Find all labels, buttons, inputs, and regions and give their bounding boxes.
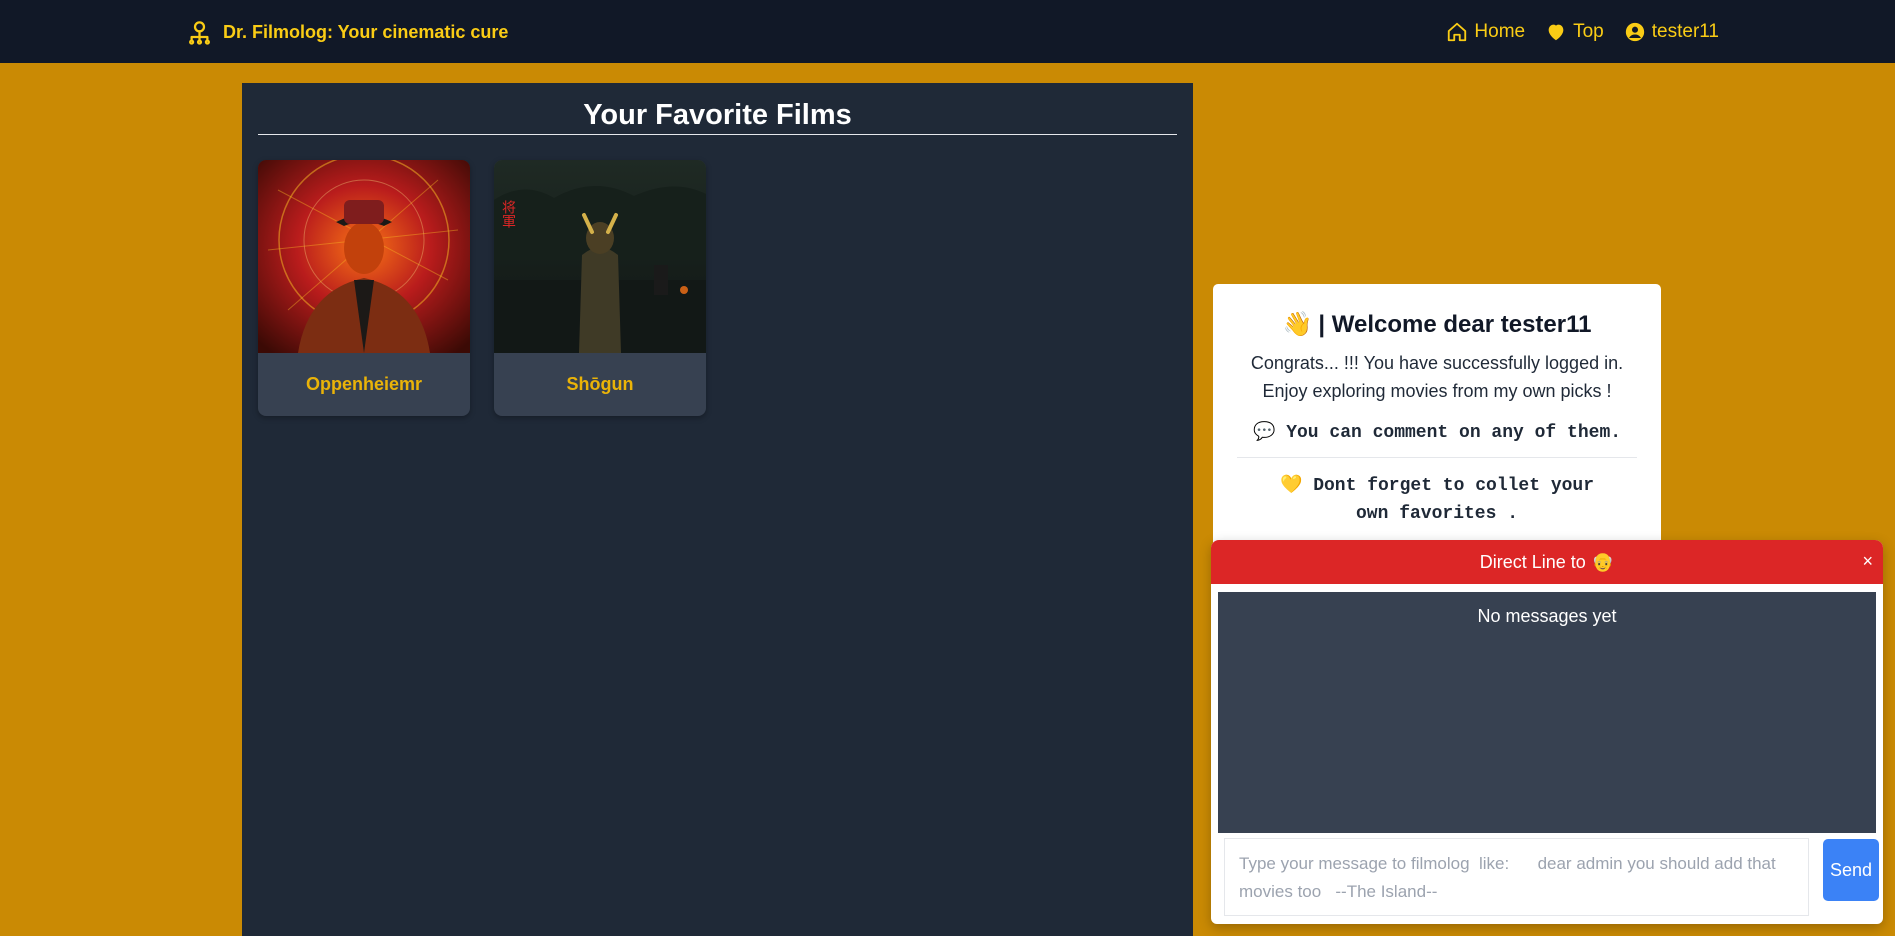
favorites-panel: Your Favorite Films Oppenheiemr 将軍 Shōgu… bbox=[242, 83, 1193, 936]
comment-tip-text: You can comment on any of them. bbox=[1286, 423, 1622, 443]
chat-empty-text: No messages yet bbox=[1477, 606, 1617, 626]
nav-top-link[interactable]: Top bbox=[1545, 21, 1604, 43]
welcome-line-1: Congrats... !!! You have successfully lo… bbox=[1250, 353, 1624, 373]
chat-messages: No messages yet bbox=[1218, 592, 1876, 833]
favorites-tip-text: Dont forget to collet your own favorites… bbox=[1313, 476, 1595, 524]
film-title-shogun: Shōgun bbox=[566, 374, 634, 394]
user-network-icon bbox=[189, 20, 210, 45]
nav-home-label: Home bbox=[1474, 21, 1526, 42]
favorites-tip: 💛 Dont forget to collet your own favorit… bbox=[1213, 472, 1661, 528]
chat-widget: Direct Line to 👴 × No messages yet Send bbox=[1211, 540, 1883, 924]
film-poster-oppenheimer bbox=[258, 160, 470, 353]
nav-home-link[interactable]: Home bbox=[1446, 21, 1525, 43]
chat-header: Direct Line to 👴 × bbox=[1211, 540, 1883, 584]
chat-header-title: Direct Line to bbox=[1479, 551, 1586, 572]
film-title-oppenheimer: Oppenheiemr bbox=[305, 374, 423, 394]
welcome-title: | Welcome dear tester11 bbox=[1318, 310, 1592, 338]
yellow-heart-icon: 💛 bbox=[1279, 476, 1303, 496]
close-icon[interactable]: × bbox=[1862, 551, 1873, 572]
chat-message-input[interactable] bbox=[1224, 838, 1809, 916]
nav-top-label: Top bbox=[1573, 21, 1604, 42]
welcome-line-2: Enjoy exploring movies from my own picks… bbox=[1262, 381, 1612, 401]
old-man-avatar-icon: 👴 bbox=[1591, 551, 1615, 572]
welcome-heading: 👋 | Welcome dear tester11 bbox=[1213, 310, 1661, 339]
chat-input-row: Send bbox=[1218, 835, 1879, 921]
film-poster-shogun: 将軍 bbox=[494, 160, 706, 353]
brand-title: Dr. Filmolog: Your cinematic cure bbox=[223, 21, 509, 42]
waving-hand-icon: 👋 bbox=[1282, 311, 1313, 338]
favorites-title: Your Favorite Films bbox=[258, 99, 1177, 135]
send-button[interactable]: Send bbox=[1823, 839, 1879, 901]
top-navbar: Dr. Filmolog: Your cinematic cure Home T… bbox=[0, 0, 1895, 63]
home-icon bbox=[1448, 22, 1467, 42]
heart-icon bbox=[1548, 24, 1564, 41]
nav-links: Home Top tester11 bbox=[1446, 16, 1719, 48]
user-circle-icon bbox=[1625, 22, 1644, 42]
nav-user-label: tester11 bbox=[1651, 21, 1719, 42]
film-card-oppenheimer[interactable]: Oppenheiemr bbox=[258, 160, 470, 416]
speech-bubble-icon: 💬 bbox=[1252, 423, 1276, 443]
brand-link[interactable]: Dr. Filmolog: Your cinematic cure bbox=[186, 16, 508, 48]
welcome-card: 👋 | Welcome dear tester11 Congrats... !!… bbox=[1213, 284, 1661, 554]
nav-user-link[interactable]: tester11 bbox=[1624, 21, 1719, 43]
film-card-shogun[interactable]: 将軍 Shōgun bbox=[494, 160, 706, 416]
comment-tip: 💬 You can comment on any of them. bbox=[1213, 419, 1661, 447]
welcome-divider bbox=[1237, 457, 1637, 458]
shogun-poster-text: 将軍 bbox=[500, 200, 516, 228]
